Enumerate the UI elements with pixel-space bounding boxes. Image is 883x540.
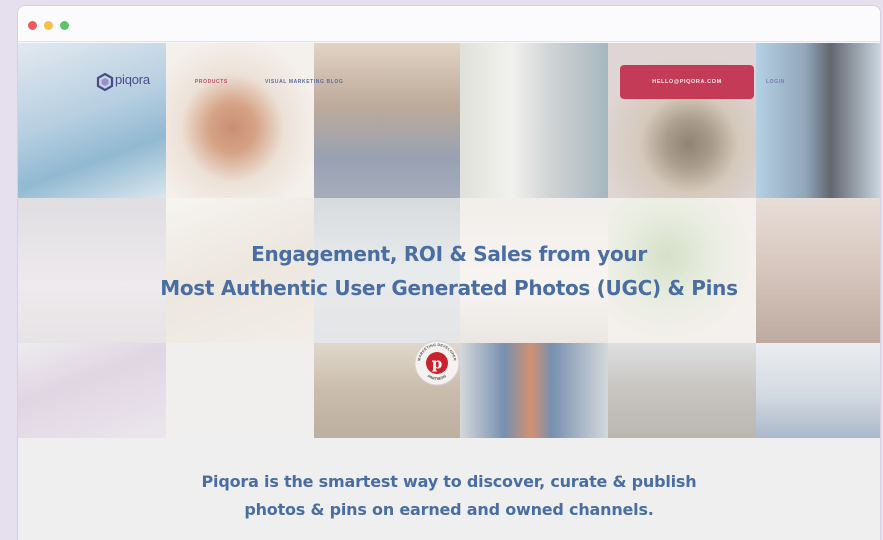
close-window-button[interactable] bbox=[28, 21, 37, 30]
nav-link-products[interactable]: PRODUCTS bbox=[195, 79, 228, 85]
window-titlebar bbox=[18, 6, 880, 42]
contact-email-button[interactable]: HELLO@PIQORA.COM bbox=[620, 65, 754, 99]
minimize-window-button[interactable] bbox=[44, 21, 53, 30]
hero-headline-line-2: Most Authentic User Generated Photos (UG… bbox=[160, 276, 738, 300]
tagline-line-1: Piqora is the smartest way to discover, … bbox=[201, 472, 697, 491]
hero-headline-line-1: Engagement, ROI & Sales from your bbox=[251, 242, 647, 266]
nav-link-blog[interactable]: VISUAL MARKETING BLOG bbox=[265, 79, 343, 85]
pinterest-icon: p bbox=[426, 352, 448, 374]
pinterest-partner-badge: MARKETING DEVELOPER PARTNERS p bbox=[414, 340, 460, 386]
browser-window: piqora PRODUCTS VISUAL MARKETING BLOG HE… bbox=[18, 6, 880, 540]
tagline-line-2: photos & pins on earned and owned channe… bbox=[244, 500, 654, 519]
maximize-window-button[interactable] bbox=[60, 21, 69, 30]
hero-photo-collage: piqora PRODUCTS VISUAL MARKETING BLOG HE… bbox=[18, 43, 880, 438]
tagline-section: Piqora is the smartest way to discover, … bbox=[18, 438, 880, 540]
nav-link-login[interactable]: LOGIN bbox=[766, 79, 785, 85]
top-navigation: piqora PRODUCTS VISUAL MARKETING BLOG HE… bbox=[18, 43, 880, 113]
tagline-text: Piqora is the smartest way to discover, … bbox=[18, 468, 880, 524]
piqora-logo-icon[interactable] bbox=[96, 73, 114, 91]
hero-headline: Engagement, ROI & Sales from your Most A… bbox=[18, 237, 880, 305]
svg-text:p: p bbox=[432, 355, 443, 373]
logo-wordmark[interactable]: piqora bbox=[115, 72, 150, 87]
